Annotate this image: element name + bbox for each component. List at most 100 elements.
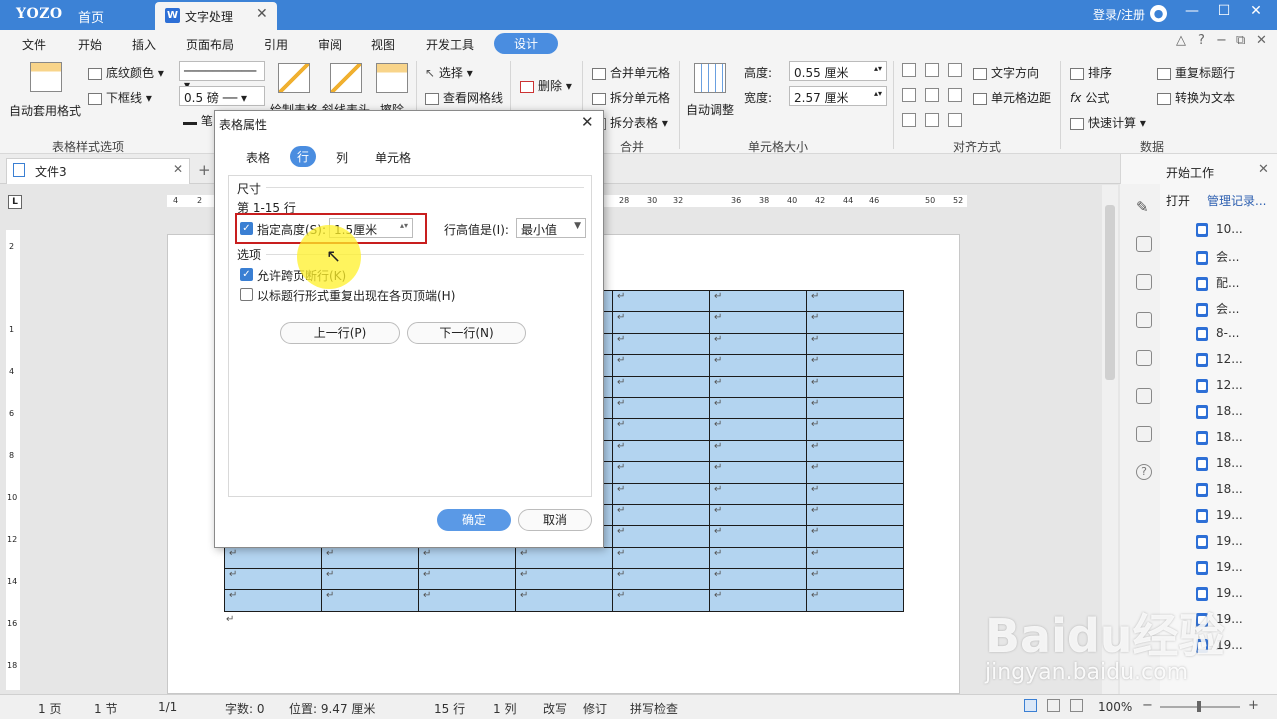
layers-icon[interactable] (1136, 274, 1152, 290)
recent-file-item[interactable]: 12... (1196, 352, 1243, 367)
web-view-icon[interactable] (1047, 699, 1060, 712)
table-cell[interactable]: ↵ (709, 418, 807, 441)
login-link[interactable]: 登录/注册 (1093, 6, 1145, 23)
lock-icon[interactable] (1136, 312, 1152, 328)
recent-file-item[interactable]: 19... (1196, 508, 1243, 523)
line-style-select[interactable]: ────────── ▾ (179, 61, 265, 92)
line-weight-select[interactable]: 0.5 磅 ── ▾ (179, 86, 265, 106)
menu-design[interactable]: 设计 (494, 33, 559, 54)
recent-file-item[interactable]: 会... (1196, 248, 1239, 265)
status-overwrite[interactable]: 改写 (543, 700, 567, 717)
help-icon[interactable]: ? (1136, 464, 1152, 480)
convert-to-text-button[interactable]: 转换为文本 (1157, 89, 1235, 106)
table-cell[interactable]: ↵ (321, 546, 419, 570)
table-cell[interactable]: ↵ (224, 568, 322, 591)
table-cell[interactable]: ↵ (806, 461, 904, 484)
view-gridlines-button[interactable]: 查看网格线 (425, 89, 503, 106)
cell-margin-button[interactable]: 单元格边距 (973, 89, 1051, 106)
new-tab-icon[interactable]: + (198, 161, 211, 179)
quick-calc-button[interactable]: 快速计算 ▾ (1070, 114, 1146, 131)
table-cell[interactable]: ↵ (709, 311, 807, 334)
recent-file-item[interactable]: 18... (1196, 482, 1243, 497)
table-cell[interactable]: ↵ (709, 375, 807, 398)
table-cell[interactable]: ↵ (418, 546, 516, 570)
table-cell[interactable]: ↵ (709, 568, 807, 591)
table-cell[interactable]: ↵ (418, 568, 516, 591)
height-mode-select[interactable]: 最小值 ▼ (516, 218, 586, 238)
table-cell[interactable]: ↵ (806, 482, 904, 505)
zoom-level[interactable]: 100% (1098, 700, 1132, 714)
allow-break-checkbox[interactable]: ✓ (240, 268, 253, 281)
table-cell[interactable]: ↵ (612, 354, 710, 377)
bottom-border-button[interactable]: 下框线 ▾ (88, 89, 152, 106)
copy-icon[interactable] (1136, 388, 1152, 404)
align-middle-right-icon[interactable] (948, 88, 962, 102)
table-cell[interactable]: ↵ (709, 354, 807, 377)
edit-icon[interactable]: ✎ (1136, 198, 1152, 216)
text-direction-button[interactable]: 文字方向 (973, 64, 1039, 81)
recent-file-item[interactable]: 10... (1196, 222, 1243, 237)
recent-file-item[interactable]: 19... (1196, 586, 1243, 601)
window-close-icon[interactable]: ✕ (1244, 3, 1268, 19)
minimize-icon[interactable]: — (1180, 3, 1204, 19)
delete-button[interactable]: 删除 ▾ (520, 77, 572, 94)
recent-file-item[interactable]: 18... (1196, 456, 1243, 471)
tab-cell[interactable]: 单元格 (375, 149, 411, 166)
table-cell[interactable]: ↵ (515, 568, 613, 591)
close-icon[interactable]: ✕ (173, 162, 183, 176)
scrollbar-thumb[interactable] (1105, 205, 1115, 380)
table-cell[interactable]: ↵ (806, 546, 904, 570)
table-cell[interactable]: ↵ (612, 503, 710, 527)
repeat-header-checkbox[interactable] (240, 288, 253, 301)
repeat-header-button[interactable]: 重复标题行 (1157, 64, 1235, 81)
maximize-icon[interactable]: ☐ (1212, 3, 1236, 19)
spin-icon[interactable]: ▴▾ (874, 64, 882, 73)
collapse-ribbon-icon[interactable]: △ (1176, 33, 1186, 48)
table-cell[interactable]: ↵ (709, 503, 807, 527)
table-cell[interactable]: ↵ (709, 525, 807, 548)
tab-row[interactable]: 行 (290, 146, 317, 167)
recent-file-item[interactable]: 配... (1196, 274, 1239, 291)
close-icon[interactable]: ✕ (256, 6, 268, 22)
align-middle-center-icon[interactable] (925, 88, 939, 102)
table-cell[interactable]: ↵ (709, 332, 807, 356)
table-cell[interactable]: ↵ (806, 332, 904, 356)
table-cell[interactable]: ↵ (806, 396, 904, 420)
next-row-button[interactable]: 下一行(N) (407, 322, 526, 344)
align-bottom-center-icon[interactable] (925, 113, 939, 127)
cell-width-input[interactable]: 2.57 厘米 ▴▾ (789, 86, 887, 106)
user-avatar-icon[interactable]: ● (1150, 5, 1167, 22)
recent-file-item[interactable]: 会... (1196, 300, 1239, 317)
table-cell[interactable]: ↵ (612, 332, 710, 356)
table-cell[interactable]: ↵ (806, 439, 904, 463)
recent-file-item[interactable]: 18... (1196, 404, 1243, 419)
table-cell[interactable]: ↵ (709, 396, 807, 420)
table-cell[interactable]: ↵ (806, 354, 904, 377)
recent-file-item[interactable]: 19... (1196, 534, 1243, 549)
page-view-icon[interactable] (1024, 699, 1037, 712)
table-cell[interactable]: ↵ (321, 589, 419, 612)
close-icon[interactable]: ✕ (1258, 162, 1269, 177)
table-cell[interactable]: ↵ (709, 482, 807, 505)
ok-button[interactable]: 确定 (437, 509, 511, 531)
doc-close-icon[interactable]: ✕ (1256, 33, 1267, 48)
align-bottom-left-icon[interactable] (902, 113, 916, 127)
help-icon[interactable]: ? (1198, 33, 1205, 48)
table-cell[interactable]: ↵ (709, 439, 807, 463)
table-cell[interactable]: ↵ (418, 589, 516, 612)
menu-developer[interactable]: 开发工具 (426, 36, 474, 53)
spin-icon[interactable]: ▴▾ (874, 89, 882, 98)
status-revise[interactable]: 修订 (583, 700, 607, 717)
table-cell[interactable]: ↵ (612, 482, 710, 505)
align-top-center-icon[interactable] (925, 63, 939, 77)
menu-file[interactable]: 文件 (22, 36, 46, 53)
table-cell[interactable]: ↵ (224, 546, 322, 570)
menu-layout[interactable]: 页面布局 (186, 36, 234, 53)
table-cell[interactable]: ↵ (612, 289, 710, 313)
align-top-left-icon[interactable] (902, 63, 916, 77)
table-cell[interactable]: ↵ (612, 546, 710, 570)
stamp-icon[interactable] (1136, 350, 1152, 366)
recent-file-item[interactable]: 12... (1196, 378, 1243, 393)
tab-column[interactable]: 列 (336, 149, 348, 166)
table-cell[interactable]: ↵ (806, 289, 904, 313)
